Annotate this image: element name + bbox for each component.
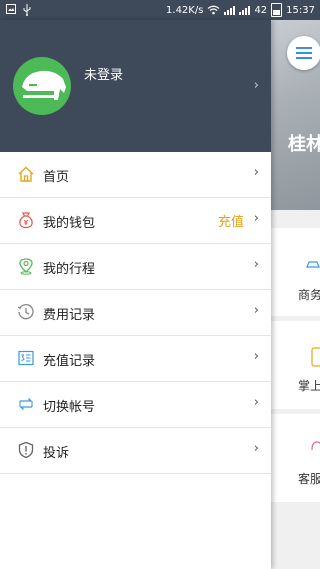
menu-item-label: 我的钱包 <box>43 216 96 231</box>
signal-icon <box>224 5 236 15</box>
chevron-right-icon: › <box>253 257 259 272</box>
clock: 15:37 <box>286 4 315 16</box>
menu-item-label: 费用记录 <box>43 308 96 323</box>
menu-item-label: 首页 <box>43 170 70 185</box>
avatar-logo-icon <box>22 70 66 100</box>
chevron-right-icon: › <box>253 211 259 226</box>
wallet-icon <box>19 212 33 229</box>
service-card-label: 商务 <box>298 288 320 302</box>
battery-icon <box>271 3 283 17</box>
menu-button[interactable] <box>287 36 320 70</box>
service-card-mobile[interactable]: 掌上 <box>271 321 320 409</box>
menu-item-label: 充值记录 <box>43 354 96 369</box>
menu-item-expense-records[interactable]: 费用记录 › <box>0 290 271 336</box>
drawer-header[interactable]: 未登录 › <box>0 20 271 152</box>
status-bar: 1.42K/s 42 15:37 <box>0 0 320 20</box>
battery-level: 42 <box>254 4 268 16</box>
main-banner-image <box>271 20 320 210</box>
main-title: 桂林 <box>288 134 320 155</box>
receipt-icon <box>18 350 34 366</box>
home-icon <box>18 166 34 182</box>
image-notification-icon <box>6 4 16 14</box>
clock-icon <box>17 304 34 320</box>
menu-item-complaint[interactable]: 投诉 › <box>0 428 271 474</box>
menu-item-trips[interactable]: 我的行程 › <box>0 244 271 290</box>
headset-icon <box>311 441 320 451</box>
service-card-label: 客服 <box>298 472 320 486</box>
status-right: 1.42K/s 42 15:37 <box>166 3 315 17</box>
navigation-drawer: 未登录 › 首页 › 我的钱包 充值 › 我的行程 › 费用记录 › 充值记录 … <box>0 20 271 569</box>
menu-item-recharge-records[interactable]: 充值记录 › <box>0 336 271 382</box>
chevron-right-icon: › <box>253 349 259 364</box>
menu-item-home[interactable]: 首页 › <box>0 152 271 198</box>
wifi-icon <box>208 5 220 15</box>
menu-item-label: 我的行程 <box>43 262 96 277</box>
service-card-label: 掌上 <box>298 379 320 393</box>
network-speed: 1.42K/s <box>166 4 204 16</box>
avatar[interactable] <box>13 57 71 115</box>
status-left-icons <box>6 4 32 16</box>
chevron-right-icon: › <box>253 303 259 318</box>
phone-icon <box>311 347 320 367</box>
chevron-right-icon: › <box>253 395 259 410</box>
service-card-support[interactable]: 客服 <box>271 414 320 502</box>
switch-account-icon <box>19 398 33 410</box>
drawer-menu: 首页 › 我的钱包 充值 › 我的行程 › 费用记录 › 充值记录 › 切换帐号… <box>0 152 271 474</box>
car-icon <box>306 261 320 268</box>
menu-item-label: 投诉 <box>43 446 70 461</box>
menu-item-switch-account[interactable]: 切换帐号 › <box>0 382 271 428</box>
hamburger-icon <box>296 47 312 59</box>
login-status[interactable]: 未登录 <box>84 64 123 83</box>
location-pin-icon <box>19 258 33 275</box>
chevron-right-icon: › <box>253 165 259 180</box>
chevron-right-icon: › <box>253 441 259 456</box>
service-card-business[interactable]: 商务 <box>271 228 320 316</box>
recharge-badge[interactable]: 充值 <box>218 211 244 230</box>
usb-icon <box>23 4 31 16</box>
signal-icon-2 <box>239 5 251 15</box>
menu-item-wallet[interactable]: 我的钱包 充值 › <box>0 198 271 244</box>
alert-icon <box>18 441 34 459</box>
chevron-right-icon: › <box>253 78 259 93</box>
menu-item-label: 切换帐号 <box>43 400 96 415</box>
